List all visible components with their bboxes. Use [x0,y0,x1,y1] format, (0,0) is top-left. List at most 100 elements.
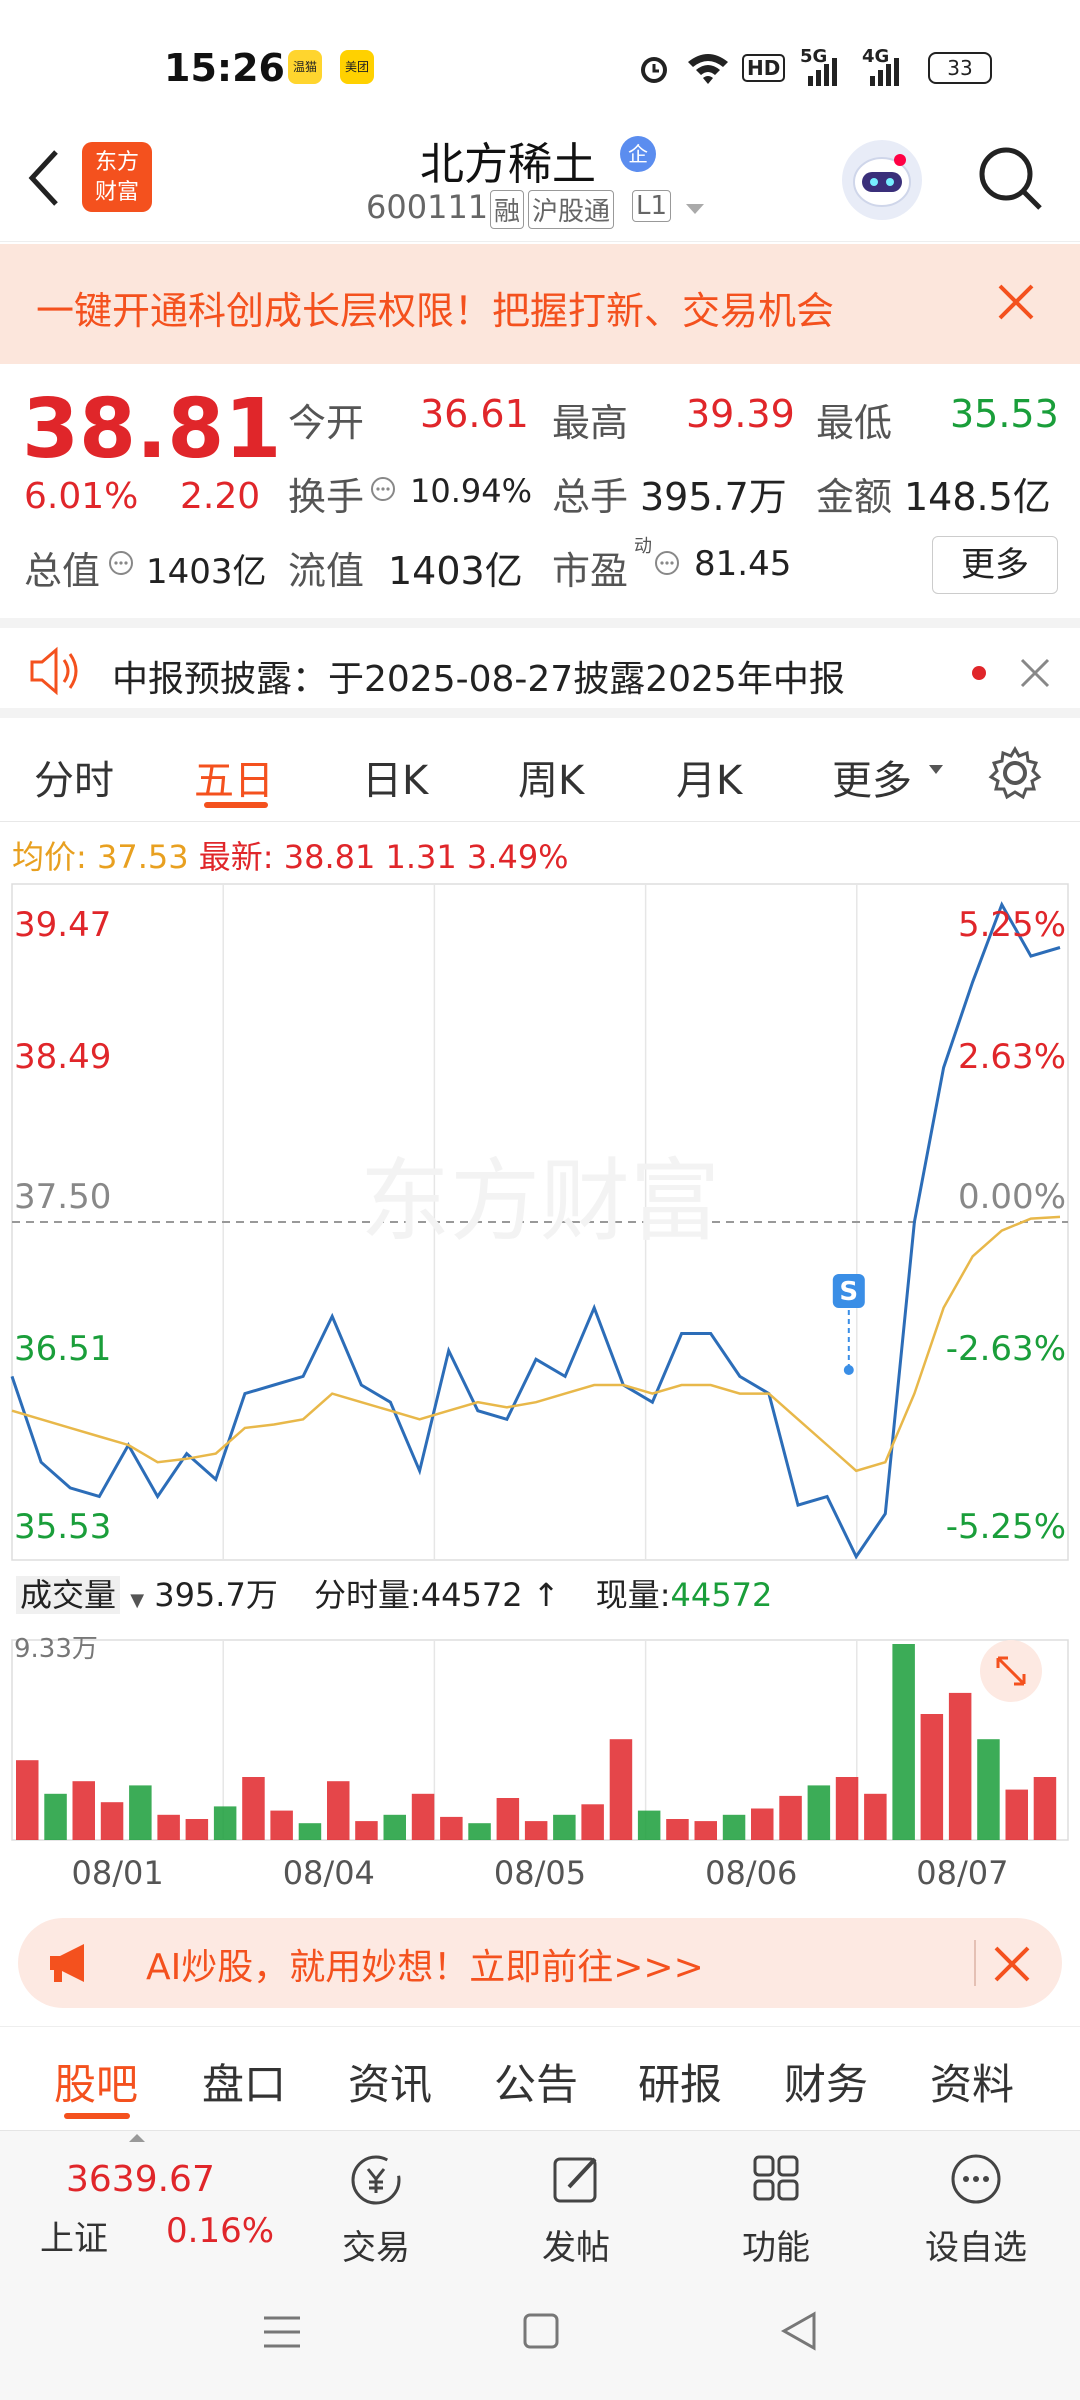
expand-button[interactable] [980,1640,1042,1702]
volume-bar [383,1814,406,1840]
settings-gear-icon[interactable] [988,746,1042,800]
home-square-icon[interactable] [522,2312,560,2350]
fenshi-value: 44572 [420,1576,523,1614]
index-ticker[interactable]: 3639.67 上证 0.16% [20,2131,280,2261]
back-arrow-icon[interactable] [24,148,64,208]
volume-bar [835,1777,859,1840]
post-button[interactable]: 发帖 [506,2149,646,2269]
volume-bar [355,1821,378,1840]
notice-bar[interactable]: 中报预披露：于2025-08-27披露2025年中报 [0,618,1080,718]
index-pct: 0.16% [166,2211,275,2251]
app-notification-icon: 温猫 [288,50,322,84]
add-watchlist-button[interactable]: 设自选 [906,2149,1046,2269]
volume-bar [44,1793,67,1840]
volume-bar [16,1760,39,1840]
tab-news[interactable]: 资讯 [348,2051,432,2112]
volume-bar [524,1821,548,1840]
tab-pankou[interactable]: 盘口 [202,2051,286,2112]
index-value: 3639.67 [66,2159,215,2200]
y-tick-left: 39.47 [14,905,111,945]
close-ai-banner-icon[interactable] [992,1944,1032,1984]
tab-more[interactable]: 更多 [832,748,912,806]
signal-icon [808,58,837,86]
bottom-toolbar: 3639.67 上证 0.16% 交易 发帖 功能 设自选 [0,2130,1080,2268]
turnover-label: 换手 [288,475,365,519]
tab-intraday[interactable]: 分时 [34,748,114,806]
unread-dot [972,666,986,680]
y-tick-right: 5.25% [958,905,1066,945]
low-label: 最低 [816,401,893,445]
more-button[interactable]: 更多 [932,536,1058,594]
volume-bar [920,1714,944,1840]
volume-bar [1005,1789,1028,1840]
chart-canvas[interactable]: 东方财富 S 39.47 5.25% 38.49 2.63% 37.50 0.00% 36.51… [0,822,1080,1902]
back-triangle-icon[interactable] [780,2310,818,2352]
active-tab-indicator [204,802,268,808]
info-icon-3[interactable] [654,550,680,576]
ai-banner[interactable]: AI炒股，就用妙想！立即前往>>> [18,1918,1062,2008]
tab-profile[interactable]: 资料 [930,2051,1014,2112]
system-nav-bar [0,2262,1080,2400]
volume-bar [666,1819,689,1840]
info-icon[interactable] [370,476,396,502]
tab-weekly-k[interactable]: 周K [518,748,584,806]
eastmoney-logo[interactable]: 东方 财富 [82,142,152,212]
signal-point [843,1365,854,1375]
wifi-icon [688,54,728,84]
volume-value: 395.7万 [640,475,787,519]
search-icon[interactable] [976,144,1046,214]
volume-dropdown-icon[interactable]: ▼ [130,1590,144,1611]
tab-daily-k[interactable]: 日K [362,748,428,806]
low-value: 35.53 [950,392,1059,436]
volume-bar [694,1821,717,1840]
volume-bar [100,1802,124,1840]
float-value: 1403亿 [388,549,523,593]
volume-bar [751,1808,774,1840]
ai-banner-text: AI炒股，就用妙想！立即前往>>> [146,1947,704,1988]
close-icon[interactable] [996,282,1036,322]
five-day-chart[interactable]: 均价: 37.53 最新: 38.81 1.31 3.49% 东方财富 S 39.4… [0,822,1080,1902]
trade-yen-icon [351,2155,401,2205]
change-amount: 2.20 [180,476,261,517]
watermark: 东方财富 [360,1149,720,1254]
tab-finance[interactable]: 财务 [784,2051,868,2112]
turnover-value: 10.94% [410,472,533,510]
open-label: 今开 [288,401,365,445]
trade-button[interactable]: 交易 [306,2149,446,2269]
edit-icon [553,2157,597,2203]
float-label: 流值 [288,549,365,593]
info-icon-2[interactable] [108,550,134,576]
volume-bar [411,1793,435,1840]
promo-banner[interactable]: 一键开通科创成长层权限！把握打新、交易机会 [0,244,1080,364]
tab-guba[interactable]: 股吧 [54,2051,138,2112]
dropdown-icon[interactable] [684,202,706,216]
x-tick-label: 08/07 [916,1854,1008,1892]
mktcap-label: 总值 [24,549,101,593]
up-caret-icon [129,2134,145,2142]
volume-bar [157,1814,180,1840]
signal-s-label: S [839,1277,858,1307]
more-circle-icon [951,2154,1001,2204]
chart-tabs: 分时 五日 日K 周K 月K 更多 [0,720,1080,822]
pe-label: 市盈 [552,549,629,593]
menu-icon[interactable] [262,2314,302,2350]
volume-bar [779,1795,802,1840]
signal-icon-2 [870,58,899,86]
tab-research[interactable]: 研报 [638,2051,722,2112]
volume-bar [864,1793,887,1840]
ai-robot-avatar[interactable] [842,140,922,220]
close-notice-icon[interactable] [1018,656,1052,690]
tab-announcements[interactable]: 公告 [494,2051,578,2112]
stock-code: 600111 [366,188,489,226]
volume-bar [440,1816,463,1840]
volume-bar [977,1739,1000,1840]
level-tag[interactable]: L1 [632,190,672,222]
y-tick-left: 38.49 [14,1037,111,1077]
tab-monthly-k[interactable]: 月K [676,748,742,806]
volume-label: 总手 [552,475,629,519]
tab-five-day[interactable]: 五日 [194,748,274,806]
logo-text-1: 东方 [94,150,139,175]
functions-button[interactable]: 功能 [706,2149,846,2269]
volume-bar [553,1814,576,1840]
volume-selector[interactable]: 成交量 [16,1576,121,1614]
